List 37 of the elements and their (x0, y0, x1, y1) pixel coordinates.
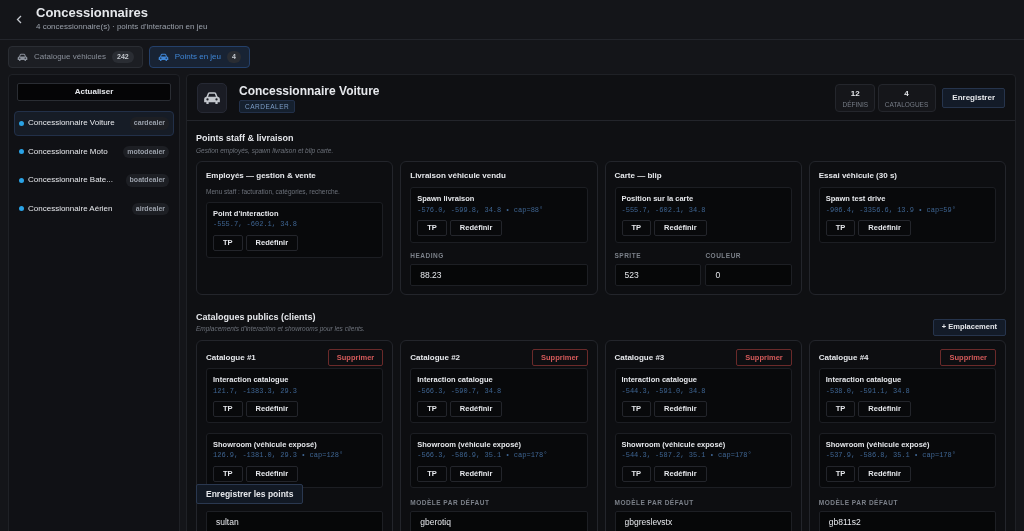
dealer-name: Concessionnaire Aérien (28, 202, 113, 215)
car-icon (157, 52, 169, 62)
input-field[interactable]: gb811s2 (818, 510, 996, 531)
status-dot (19, 149, 24, 155)
status-dot (19, 120, 24, 126)
save-button[interactable]: Enregistrer (942, 87, 1005, 108)
input-field[interactable]: 88.23 (410, 263, 588, 286)
refresh-button[interactable]: Actualiser (17, 83, 171, 101)
input-field[interactable]: 523 (614, 263, 701, 286)
card-title: Catalogue #3 (614, 351, 665, 364)
page-subtitle: 4 concessionnaire(s) · points d'interaction en jeu (36, 20, 208, 33)
input-field[interactable]: 0 (705, 263, 792, 286)
input-field[interactable]: gberotiq (410, 510, 588, 531)
save-points-button[interactable]: Enregistrer les points (196, 484, 304, 504)
card-title: Catalogue #2 (410, 351, 461, 364)
section-title: Points staff & livraison (196, 132, 295, 145)
status-dot (19, 206, 24, 212)
input-field[interactable]: gbgreslevstx (614, 510, 792, 531)
dealer-title: Concessionnaire Voiture (239, 82, 380, 100)
stat-value: 4 (903, 87, 910, 100)
card-title: Catalogue #4 (818, 351, 869, 364)
stat-value: 12 (849, 87, 861, 100)
car-icon (203, 90, 221, 105)
dealer-name: Concessionnaire Bate... (28, 174, 113, 187)
status-dot (19, 177, 24, 183)
page-title: Concessionnaires (36, 6, 149, 21)
dealer-name: Concessionnaire Moto (28, 145, 108, 158)
card-title: Livraison véhicule vendu (410, 170, 507, 183)
dealer-name: Concessionnaire Voiture (28, 117, 115, 130)
card-title: Carte — blip (614, 170, 663, 183)
card-title: Catalogue #1 (206, 351, 256, 364)
section-title: Catalogues publics (clients) (196, 310, 317, 324)
back-icon[interactable] (16, 15, 22, 24)
card-title: Essai véhicule (30 s) (818, 170, 898, 183)
car-icon (17, 52, 28, 62)
input-field[interactable]: sultan (206, 510, 384, 531)
card-title: Employés — gestion & vente (206, 170, 317, 183)
